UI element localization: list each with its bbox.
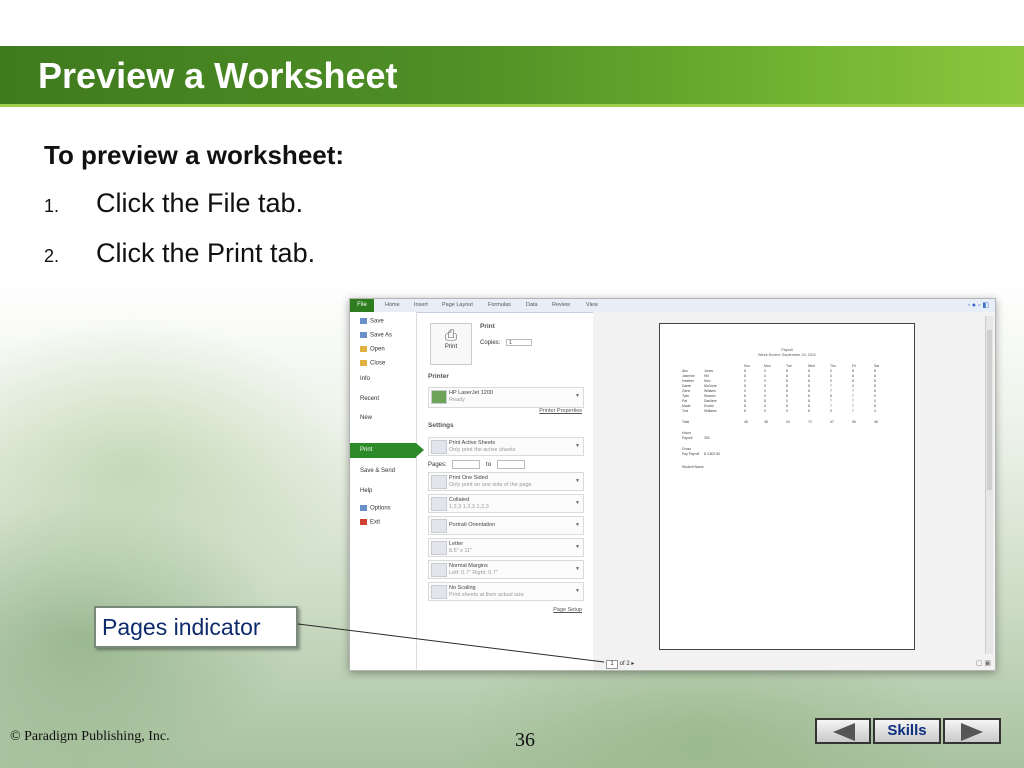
- next-slide-button[interactable]: [943, 718, 1001, 744]
- slide-navigation: Skills: [815, 718, 1001, 746]
- previous-slide-button[interactable]: [815, 718, 871, 744]
- skills-button[interactable]: Skills: [873, 718, 941, 744]
- arrow-left-icon: [833, 723, 855, 741]
- copyright: © Paradigm Publishing, Inc.: [10, 729, 170, 744]
- arrow-right-icon: [961, 723, 983, 741]
- slide-number: 36: [515, 729, 535, 751]
- callout-leader-line: [297, 623, 605, 663]
- pages-indicator-callout: Pages indicator: [94, 606, 298, 648]
